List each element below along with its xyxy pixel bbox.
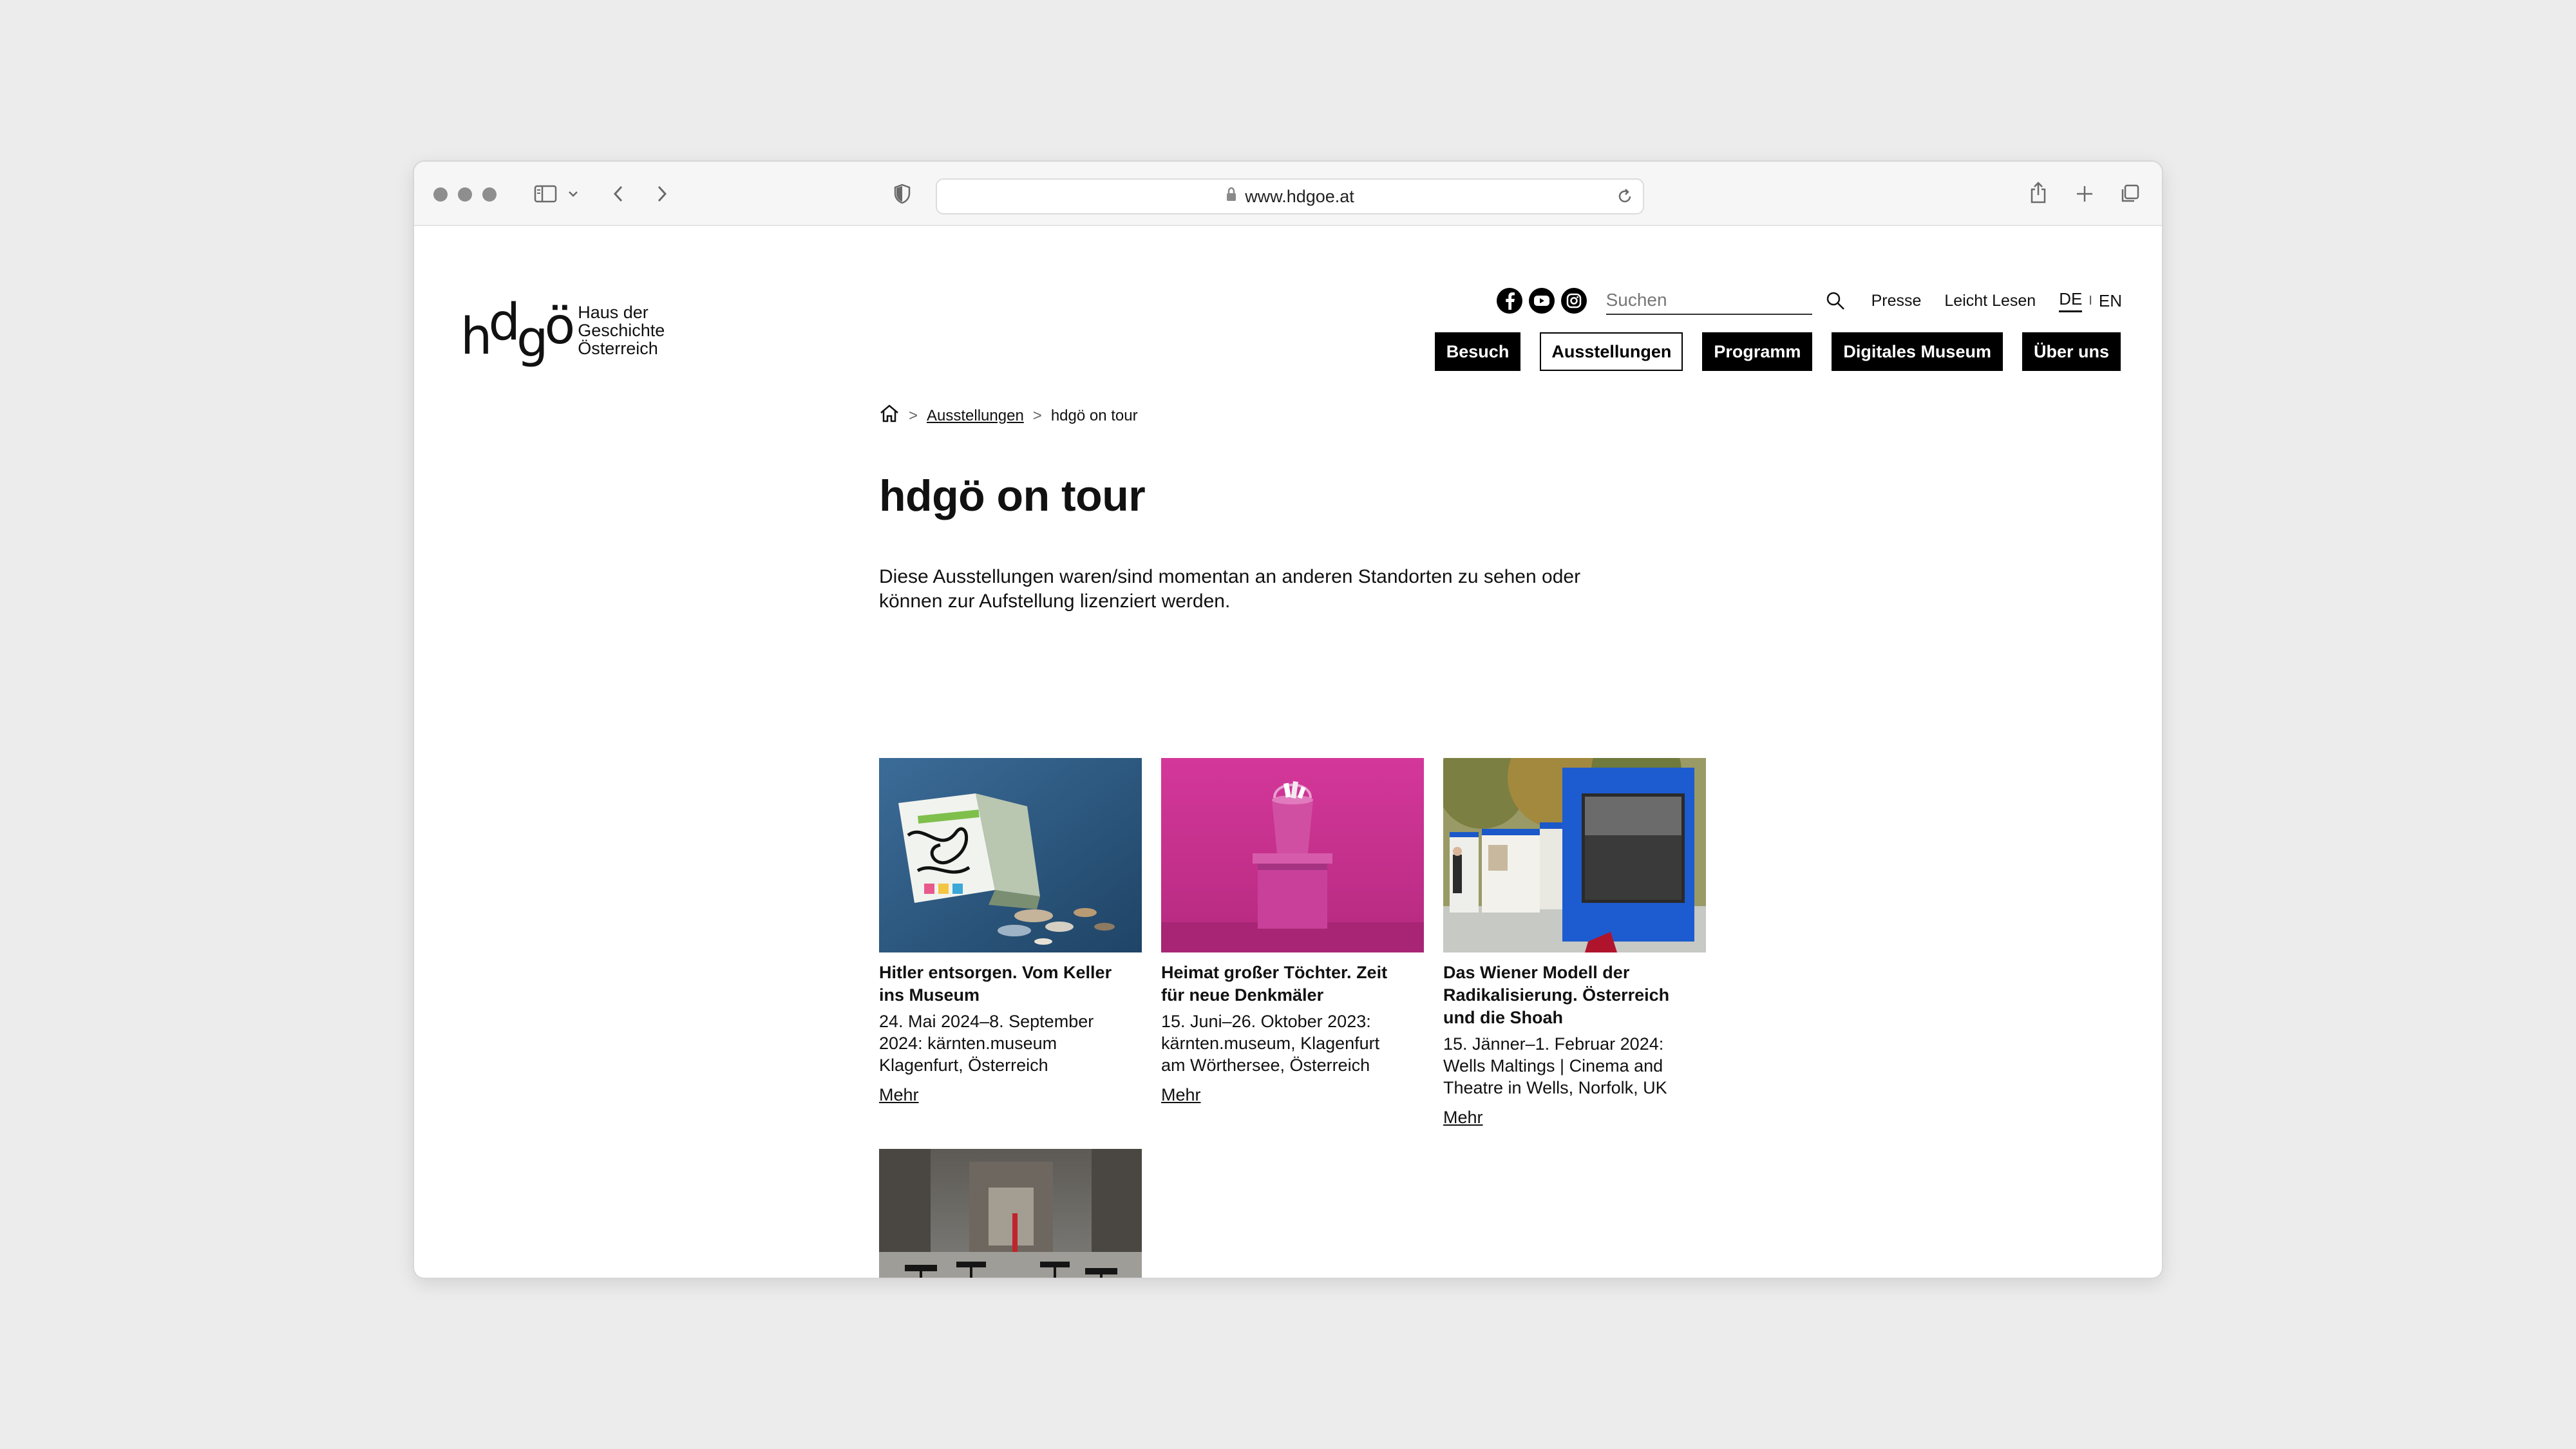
privacy-shield-icon[interactable] xyxy=(891,182,914,205)
url-text: www.hdgoe.at xyxy=(1245,186,1354,206)
intro-line-1: Diese Ausstellungen waren/sind momentan … xyxy=(879,566,1581,587)
logo-line-1: Haus der xyxy=(578,303,649,322)
card-title-line: Radikalisierung. Österreich xyxy=(1443,985,1670,1005)
card-image-hall-exhibition[interactable] xyxy=(879,1149,1142,1278)
card-title[interactable]: Heimat großer Töchter. Zeit für neue Den… xyxy=(1161,961,1424,1007)
site-logo[interactable]: hdgö Haus der Geschichte Österreich xyxy=(460,294,665,368)
logo-line-2: Geschichte xyxy=(578,321,665,340)
card-meta-line: 15. Juni–26. Oktober 2023: xyxy=(1161,1012,1371,1031)
card-meta-line: Klagenfurt, Österreich xyxy=(879,1056,1048,1075)
close-window-button[interactable] xyxy=(433,187,448,202)
card-image-hitler-entsorgen[interactable] xyxy=(879,758,1142,952)
logo-text: Haus der Geschichte Österreich xyxy=(578,303,665,357)
youtube-icon[interactable] xyxy=(1528,288,1555,314)
breadcrumb-separator: > xyxy=(1032,406,1042,424)
nav-besuch[interactable]: Besuch xyxy=(1434,332,1521,371)
card-title-line: und die Shoah xyxy=(1443,1008,1563,1027)
breadcrumb-ausstellungen-link[interactable]: Ausstellungen xyxy=(927,407,1024,425)
card-meta-line: Wells Maltings | Cinema and xyxy=(1443,1056,1663,1075)
card-image-heimat-grosser-toechter[interactable] xyxy=(1161,758,1424,952)
minimize-window-button[interactable] xyxy=(458,187,472,202)
back-arrow-icon[interactable] xyxy=(607,182,629,205)
web-page: hdgö Haus der Geschichte Österreich Such… xyxy=(414,226,2162,1278)
browser-toolbar: www.hdgoe.at xyxy=(414,162,2162,226)
exhibition-card xyxy=(879,1149,1142,1278)
mehr-link[interactable]: Mehr xyxy=(879,1085,919,1105)
card-meta-line: kärnten.museum, Klagenfurt xyxy=(1161,1034,1380,1053)
page-title: hdgö on tour xyxy=(879,471,1146,520)
lang-en-link[interactable]: EN xyxy=(2099,291,2122,311)
exhibition-card: Heimat großer Töchter. Zeit für neue Den… xyxy=(1161,758,1424,1105)
card-meta-line: am Wörthersee, Österreich xyxy=(1161,1056,1370,1075)
breadcrumb: > Ausstellungen > hdgö on tour xyxy=(879,404,1138,428)
new-tab-icon[interactable] xyxy=(2072,181,2098,207)
breadcrumb-separator: > xyxy=(909,406,918,424)
instagram-icon[interactable] xyxy=(1560,288,1587,314)
nav-ausstellungen[interactable]: Ausstellungen xyxy=(1540,332,1683,371)
tab-overview-icon[interactable] xyxy=(2117,181,2143,207)
card-title[interactable]: Das Wiener Modell der Radikalisierung. Ö… xyxy=(1443,961,1706,1029)
card-meta: 24. Mai 2024–8. September 2024: kärnten.… xyxy=(879,1010,1142,1076)
card-title[interactable]: Hitler entsorgen. Vom Keller ins Museum xyxy=(879,961,1142,1007)
card-meta-line: 2024: kärnten.museum xyxy=(879,1034,1057,1053)
main-navigation: Besuch Ausstellungen Programm Digitales … xyxy=(1434,332,2121,371)
utility-bar: Presse Leicht Lesen DE I EN xyxy=(1490,285,2122,316)
mehr-link[interactable]: Mehr xyxy=(1443,1108,1483,1128)
card-title-line: ins Museum xyxy=(879,985,980,1005)
card-meta: 15. Juni–26. Oktober 2023: kärnten.museu… xyxy=(1161,1010,1424,1076)
card-meta-line: 15. Jänner–1. Februar 2024: xyxy=(1443,1034,1664,1054)
forward-arrow-icon[interactable] xyxy=(651,182,673,205)
exhibition-card: Das Wiener Modell der Radikalisierung. Ö… xyxy=(1443,758,1706,1128)
card-title-line: Heimat großer Töchter. Zeit xyxy=(1161,963,1388,982)
search-input[interactable] xyxy=(1605,287,1812,315)
card-meta: 15. Jänner–1. Februar 2024: Wells Maltin… xyxy=(1443,1033,1706,1099)
card-title-line: Hitler entsorgen. Vom Keller xyxy=(879,963,1112,982)
card-title-line: Das Wiener Modell der xyxy=(1443,963,1630,982)
language-switcher: DE I EN xyxy=(2059,289,2122,312)
intro-text: Diese Ausstellungen waren/sind momentan … xyxy=(879,565,1652,614)
reload-icon[interactable] xyxy=(1616,187,1634,210)
facebook-icon[interactable] xyxy=(1496,288,1522,314)
zoom-window-button[interactable] xyxy=(482,187,497,202)
leicht-lesen-link[interactable]: Leicht Lesen xyxy=(1944,292,2036,310)
nav-digitales-museum[interactable]: Digitales Museum xyxy=(1832,332,2003,371)
lang-separator: I xyxy=(2088,293,2092,308)
exhibition-card: Hitler entsorgen. Vom Keller ins Museum … xyxy=(879,758,1142,1105)
chevron-down-icon[interactable] xyxy=(566,186,580,202)
sidebar-icon[interactable] xyxy=(533,182,558,205)
nav-ueber-uns[interactable]: Über uns xyxy=(2022,332,2121,371)
intro-line-2: können zur Aufstellung lizenziert werden… xyxy=(879,591,1231,612)
card-meta-line: Theatre in Wells, Norfolk, UK xyxy=(1443,1078,1667,1097)
address-bar[interactable]: www.hdgoe.at xyxy=(936,178,1644,214)
breadcrumb-current: hdgö on tour xyxy=(1050,406,1138,424)
presse-link[interactable]: Presse xyxy=(1871,292,1922,310)
logo-mark: hdgö xyxy=(460,294,575,368)
lang-de-link[interactable]: DE xyxy=(2059,289,2083,312)
mehr-link[interactable]: Mehr xyxy=(1161,1085,1201,1105)
browser-window: www.hdgoe.at hdgö Haus der Geschichte Ös… xyxy=(414,162,2162,1278)
card-meta-line: 24. Mai 2024–8. September xyxy=(879,1012,1094,1031)
home-icon[interactable] xyxy=(879,404,900,428)
card-image-wiener-modell[interactable] xyxy=(1443,758,1706,952)
lock-icon xyxy=(1226,187,1237,207)
search-icon[interactable] xyxy=(1823,288,1848,314)
share-icon[interactable] xyxy=(2025,178,2051,207)
card-title-line: für neue Denkmäler xyxy=(1161,985,1324,1005)
nav-programm[interactable]: Programm xyxy=(1702,332,1813,371)
search-area xyxy=(1605,287,1848,315)
logo-line-3: Österreich xyxy=(578,339,658,358)
